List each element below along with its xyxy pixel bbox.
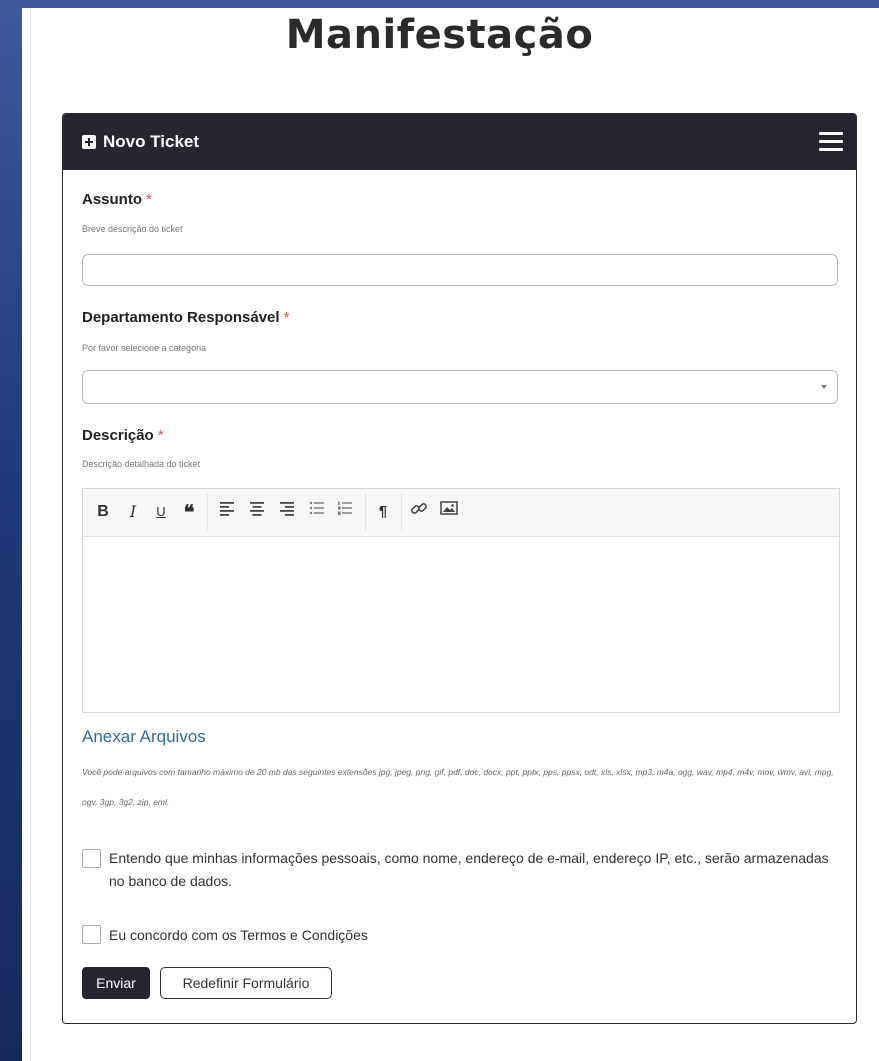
- toolbar-separator: [207, 493, 208, 531]
- numbered-list-icon: [338, 501, 352, 515]
- link-icon: [411, 503, 427, 514]
- description-label-text: Descrição: [82, 427, 154, 444]
- content-divider: [30, 8, 31, 1061]
- bold-button[interactable]: B: [91, 500, 115, 524]
- privacy-consent-label: Entendo que minhas informações pessoais,…: [109, 850, 829, 889]
- align-right-button[interactable]: [275, 500, 299, 524]
- attach-files-link[interactable]: Anexar Arquivos: [82, 727, 206, 747]
- attach-files-note: Você pode arquivos com tamanho máximo de…: [82, 767, 834, 807]
- terms-consent-label: Eu concordo com os Termos e Condições: [109, 927, 368, 943]
- department-label: Departamento Responsável *: [82, 309, 289, 326]
- required-mark: *: [283, 309, 290, 326]
- underline-button[interactable]: U: [149, 500, 173, 524]
- department-help: Por favor selecione a categoria: [82, 343, 207, 353]
- privacy-consent-checkbox[interactable]: [82, 849, 101, 868]
- subject-label: Assunto *: [82, 191, 152, 208]
- paragraph-button[interactable]: ¶: [371, 500, 395, 524]
- subject-input[interactable]: [82, 254, 838, 286]
- editor-toolbar: B I U ❝ ¶: [83, 489, 839, 537]
- page-title: Manifestação: [285, 12, 594, 58]
- card-title: Novo Ticket: [103, 132, 200, 151]
- description-editor-body[interactable]: [83, 537, 839, 713]
- numbered-list-button[interactable]: [333, 500, 357, 524]
- terms-consent-checkbox[interactable]: [82, 925, 101, 944]
- quote-button[interactable]: ❝: [177, 500, 201, 524]
- italic-button[interactable]: I: [121, 500, 145, 524]
- department-select[interactable]: [82, 370, 838, 404]
- page-left-background: [0, 0, 22, 1061]
- hamburger-menu-icon[interactable]: [819, 132, 843, 152]
- align-center-button[interactable]: [245, 500, 269, 524]
- align-left-button[interactable]: [215, 500, 239, 524]
- description-help: Descrição detalhada do ticket: [82, 459, 201, 469]
- ticket-card: Novo Ticket Assunto * Breve descrição do …: [62, 113, 857, 1024]
- align-left-icon: [220, 502, 234, 516]
- submit-button[interactable]: Enviar: [82, 967, 150, 999]
- subject-help: Breve descrição do ticket: [82, 224, 183, 234]
- bullet-list-button[interactable]: [305, 500, 329, 524]
- department-label-text: Departamento Responsável: [82, 309, 280, 326]
- bullet-list-icon: [309, 501, 324, 515]
- link-button[interactable]: [407, 500, 431, 524]
- subject-label-text: Assunto: [82, 191, 142, 208]
- align-center-icon: [250, 502, 264, 516]
- align-right-icon: [280, 502, 294, 516]
- dropdown-arrow-icon: [821, 385, 827, 389]
- description-editor: B I U ❝ ¶: [82, 488, 840, 713]
- required-mark: *: [157, 427, 164, 444]
- required-mark: *: [146, 191, 152, 208]
- toolbar-separator: [365, 493, 366, 531]
- image-icon: [440, 501, 458, 515]
- description-label: Descrição *: [82, 427, 164, 444]
- plus-square-icon: [82, 135, 96, 149]
- toolbar-separator: [401, 493, 402, 531]
- reset-form-button[interactable]: Redefinir Formulário: [160, 967, 332, 999]
- image-button[interactable]: [437, 500, 461, 524]
- page-top-background: [0, 0, 879, 8]
- card-header: Novo Ticket: [63, 114, 856, 170]
